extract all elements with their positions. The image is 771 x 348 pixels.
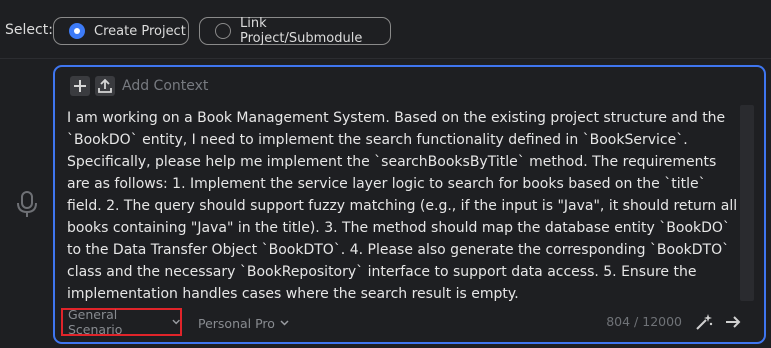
composer-toolbar: General Scenario Personal Pro 804 / 1200… (55, 307, 764, 342)
add-context-button[interactable]: Add Context (122, 78, 208, 94)
send-arrow-icon[interactable] (724, 313, 742, 331)
model-dropdown[interactable]: Personal Pro (198, 314, 289, 332)
microphone-icon[interactable] (15, 190, 39, 218)
character-count: 804 / 12000 (606, 314, 682, 329)
radio-selected-icon (69, 23, 85, 39)
radio-unselected-icon (215, 23, 231, 39)
model-label: Personal Pro (198, 315, 275, 331)
context-row: Add Context (70, 75, 208, 97)
chevron-down-icon (172, 319, 180, 325)
divider (0, 58, 771, 59)
message-input[interactable]: I am working on a Book Management System… (67, 107, 739, 305)
select-row: Select: Create Project Link Project/Subm… (0, 0, 771, 58)
create-project-label: Create Project (94, 23, 186, 39)
plus-icon[interactable] (70, 76, 90, 96)
create-project-option[interactable]: Create Project (53, 17, 189, 45)
chevron-down-icon (280, 320, 289, 326)
link-project-label: Link Project/Submodule (240, 16, 363, 46)
app-root: Select: Create Project Link Project/Subm… (0, 0, 771, 348)
magic-wand-icon[interactable] (694, 312, 714, 332)
select-label: Select: (5, 22, 53, 38)
link-project-option[interactable]: Link Project/Submodule (199, 16, 391, 46)
upload-icon[interactable] (95, 76, 115, 96)
scrollbar[interactable] (740, 105, 754, 301)
scenario-label: General Scenario (68, 307, 123, 337)
scenario-dropdown[interactable]: General Scenario (61, 307, 182, 337)
chat-composer: Add Context I am working on a Book Manag… (53, 65, 766, 344)
